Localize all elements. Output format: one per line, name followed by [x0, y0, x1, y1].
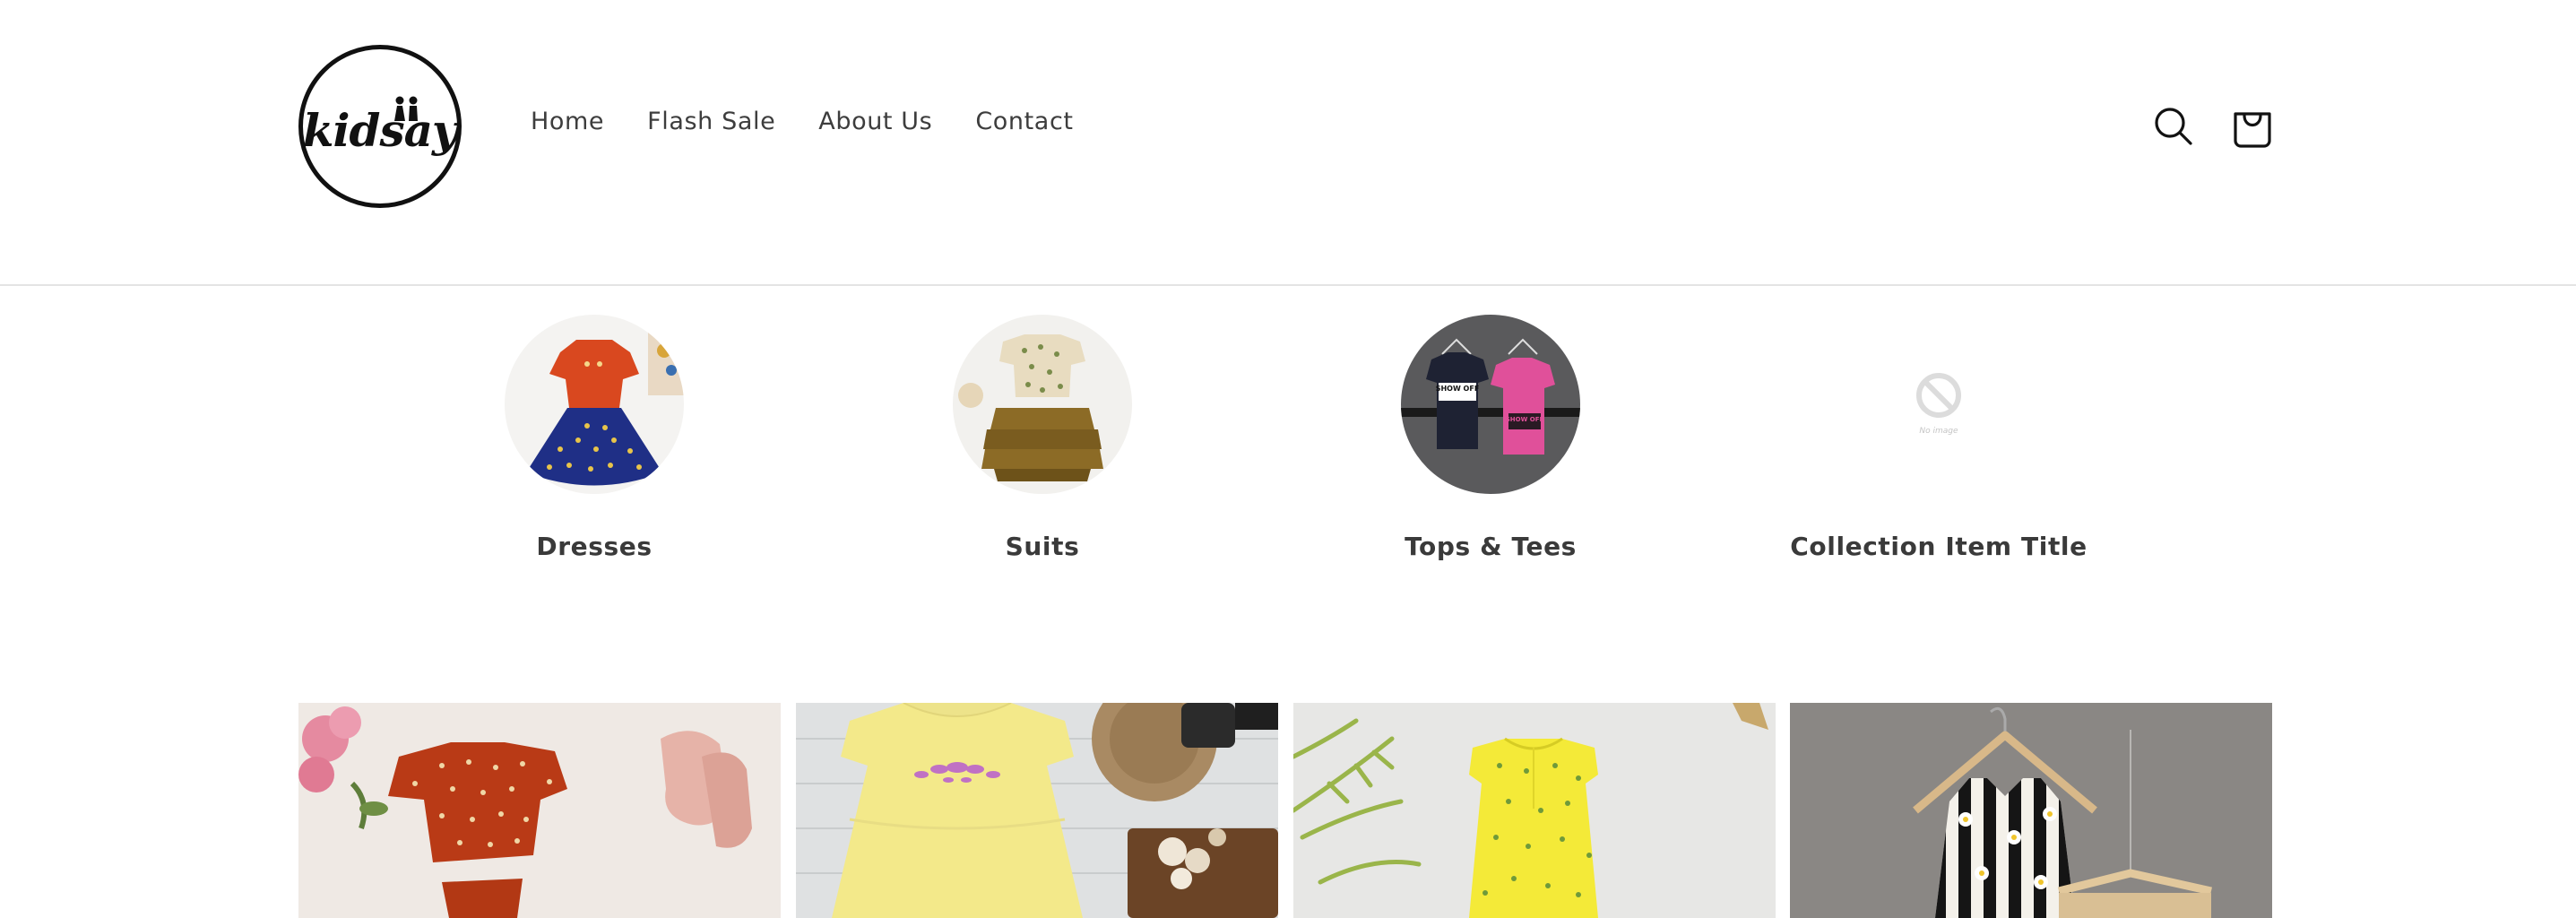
collection-item-placeholder[interactable]: No image Collection Item Title: [1786, 315, 2091, 561]
suits-image: [953, 315, 1132, 494]
yellow-embroidered-dress-photo: [796, 703, 1278, 918]
logo[interactable]: kidsay: [298, 45, 462, 208]
shirt-print-text: SHOW OFF: [1436, 385, 1480, 393]
collection-item-suits[interactable]: Suits: [890, 315, 1195, 561]
no-image-placeholder: No image: [1849, 315, 2028, 494]
kids-figures-icon: [394, 96, 418, 121]
collection-list: Dresses Suits SHOW OFF SHOW OFF Tops & T…: [0, 315, 2576, 584]
no-image-text: No image: [1919, 427, 1958, 436]
cart-button[interactable]: [2230, 101, 2275, 152]
cart-icon: [2234, 112, 2271, 148]
product-grid: [298, 703, 2272, 918]
nav-home[interactable]: Home: [531, 108, 604, 135]
dresses-image: [505, 315, 684, 494]
search-icon: [2155, 108, 2192, 145]
product-card[interactable]: [1790, 703, 2272, 918]
product-card[interactable]: [298, 703, 781, 918]
collection-title: Collection Item Title: [1790, 532, 2088, 561]
nav-about-us[interactable]: About Us: [818, 108, 932, 135]
tops-tees-image: SHOW OFF SHOW OFF: [1401, 315, 1580, 494]
product-card[interactable]: [796, 703, 1278, 918]
shirt-print-text: SHOW OFF: [1506, 416, 1544, 423]
main-nav: Home Flash Sale About Us Contact: [531, 108, 1074, 135]
nav-flash-sale[interactable]: Flash Sale: [647, 108, 775, 135]
collection-title: Tops & Tees: [1405, 532, 1577, 561]
nav-contact[interactable]: Contact: [975, 108, 1073, 135]
red-floral-outfit-photo: [298, 703, 781, 918]
collection-item-dresses[interactable]: Dresses: [442, 315, 747, 561]
logo-text: kidsay: [302, 103, 458, 157]
collection-item-tops-tees[interactable]: SHOW OFF SHOW OFF Tops & Tees: [1338, 315, 1643, 561]
site-header: kidsay Home Flash Sale About Us Contact: [0, 0, 2576, 286]
product-card[interactable]: [1293, 703, 1776, 918]
collection-title: Dresses: [536, 532, 653, 561]
yellow-floral-dress-photo: [1293, 703, 1776, 918]
collection-title: Suits: [1005, 532, 1080, 561]
striped-daisy-dress-photo: [1790, 703, 2272, 918]
search-button[interactable]: [2151, 101, 2196, 152]
